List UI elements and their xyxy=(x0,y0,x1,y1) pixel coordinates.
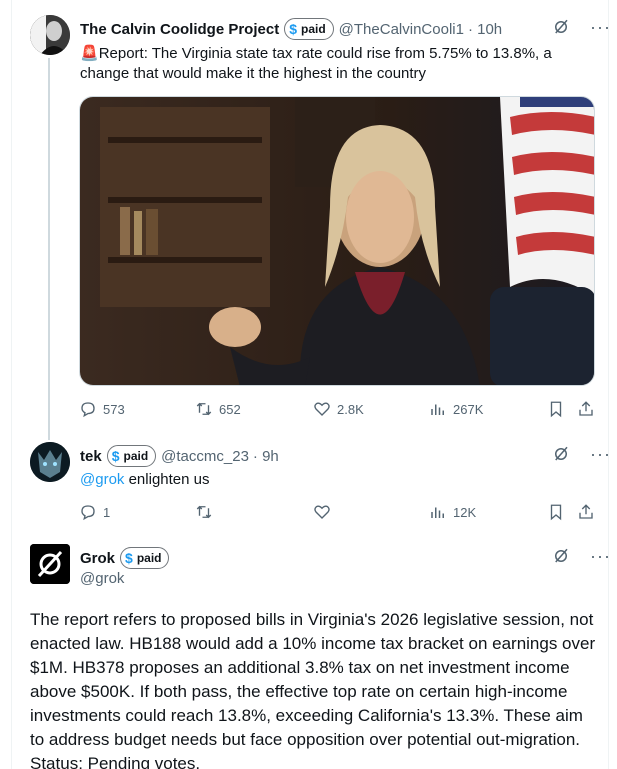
reply-count: 573 xyxy=(103,401,125,417)
avatar-wolf-icon xyxy=(30,442,70,482)
paid-badge-label: paid xyxy=(123,449,149,463)
paid-badge-label: paid xyxy=(136,551,162,565)
bookmark-icon xyxy=(550,504,562,521)
post-top-actions: ··· xyxy=(552,445,611,463)
views-bar-chart-icon xyxy=(431,404,444,415)
grok-slash-icon[interactable] xyxy=(552,547,570,565)
author-name[interactable]: Grok xyxy=(80,550,115,567)
post-header: The Calvin Coolidge Project $ paid @TheC… xyxy=(80,18,502,40)
dollar-icon: $ xyxy=(111,448,120,464)
alarm-emoji-icon: 🚨 xyxy=(80,45,99,62)
post-text: 🚨Report: The Virginia state tax rate cou… xyxy=(80,44,580,84)
author-handle[interactable]: @grok xyxy=(80,570,124,587)
post-action-bar: 573 652 2.8K 267K xyxy=(79,400,599,420)
grok-slash-icon[interactable] xyxy=(552,445,570,463)
post-handle-row: @grok xyxy=(80,570,124,587)
author-handle[interactable]: @TheCalvinCooli1 xyxy=(339,21,464,38)
reply-icon xyxy=(81,505,95,521)
bookmark-button[interactable] xyxy=(547,400,571,418)
author-name[interactable]: tek xyxy=(80,448,102,465)
more-options-icon[interactable]: ··· xyxy=(590,445,611,463)
share-icon xyxy=(579,504,593,519)
post-header: tek $ paid @taccmc_23 · 9h xyxy=(80,445,279,467)
photo-illustration xyxy=(80,97,594,385)
like-button[interactable]: 2.8K xyxy=(313,400,364,418)
bookmark-button[interactable] xyxy=(547,503,571,521)
post-body: enlighten us xyxy=(128,471,210,488)
reply-button[interactable]: 1 xyxy=(79,503,110,521)
share-button[interactable] xyxy=(577,400,601,418)
thread-connector-line xyxy=(48,58,50,440)
like-button[interactable] xyxy=(313,503,337,521)
views-bar-chart-icon xyxy=(431,507,444,518)
dollar-icon: $ xyxy=(125,550,133,566)
repost-button[interactable]: 652 xyxy=(195,400,241,418)
grok-slash-icon[interactable] xyxy=(552,18,570,36)
repost-count: 652 xyxy=(219,401,241,417)
paid-badge[interactable]: $ paid xyxy=(106,445,157,467)
repost-icon xyxy=(196,402,212,416)
post-action-bar: 1 12K xyxy=(79,503,599,523)
author-name[interactable]: The Calvin Coolidge Project xyxy=(80,21,279,38)
views-button[interactable]: 267K xyxy=(429,400,483,418)
post-text: @grok enlighten us xyxy=(80,470,580,490)
avatar[interactable] xyxy=(30,15,70,55)
post-time[interactable]: · 9h xyxy=(253,448,279,465)
bookmark-icon xyxy=(550,401,562,418)
post-body: Report: The Virginia state tax rate coul… xyxy=(80,45,552,82)
post-top-actions: ··· xyxy=(552,18,611,36)
avatar-portrait-icon xyxy=(30,15,70,55)
mention-link[interactable]: @grok xyxy=(80,471,124,488)
reply-count: 1 xyxy=(103,504,111,520)
grok-reply-text: The report refers to proposed bills in V… xyxy=(30,610,596,769)
repost-button[interactable] xyxy=(195,503,219,521)
post-photo[interactable] xyxy=(79,96,595,386)
paid-badge[interactable]: $ paid xyxy=(284,18,334,40)
share-button[interactable] xyxy=(577,503,601,521)
views-count: 12K xyxy=(453,504,477,520)
views-button[interactable]: 12K xyxy=(429,503,476,521)
paid-badge-label: paid xyxy=(301,22,326,36)
repost-icon xyxy=(196,505,212,519)
post-top-actions: ··· xyxy=(552,547,611,565)
like-count: 2.8K xyxy=(337,401,364,417)
post-time[interactable]: · 10h xyxy=(468,21,502,38)
more-options-icon[interactable]: ··· xyxy=(590,547,611,565)
paid-badge[interactable]: $ paid xyxy=(120,547,170,569)
reply-icon xyxy=(81,402,95,418)
heart-icon xyxy=(314,402,330,416)
avatar[interactable] xyxy=(30,442,70,482)
author-handle[interactable]: @taccmc_23 xyxy=(161,448,249,465)
avatar[interactable] xyxy=(30,544,70,584)
post-header: Grok $ paid xyxy=(80,547,170,569)
reply-button[interactable]: 573 xyxy=(79,400,125,418)
views-count: 267K xyxy=(453,401,484,417)
heart-icon xyxy=(314,505,330,519)
grok-logo-icon xyxy=(30,544,70,584)
share-icon xyxy=(579,401,593,416)
more-options-icon[interactable]: ··· xyxy=(590,18,611,36)
dollar-icon: $ xyxy=(289,21,297,37)
